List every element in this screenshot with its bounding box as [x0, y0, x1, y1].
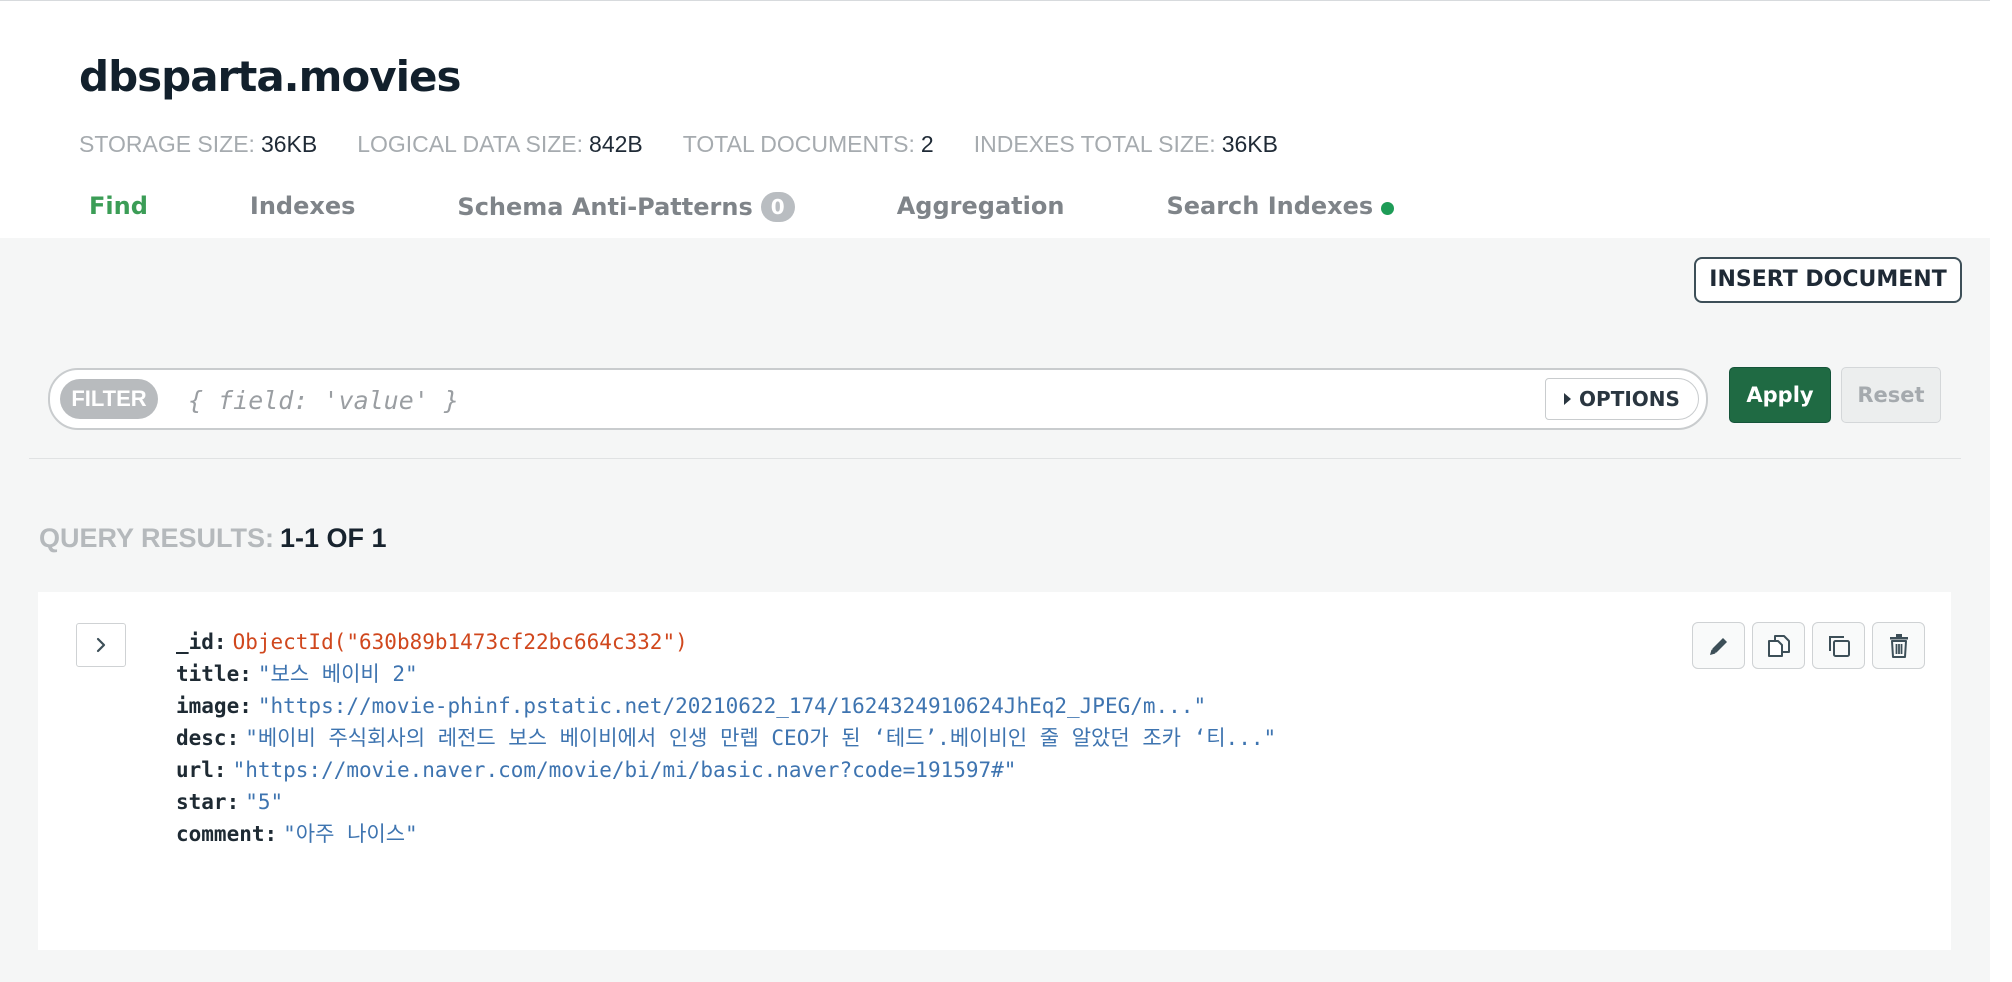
stat-value: 36KB [1221, 131, 1278, 157]
caret-right-icon [1564, 393, 1572, 405]
options-button[interactable]: OPTIONS [1545, 378, 1699, 420]
stat-indexes-total-size: INDEXES TOTAL SIZE: 36KB [974, 131, 1278, 158]
filter-label: FILTER [60, 379, 158, 419]
field-comment: comment: "아주 나이스" [176, 818, 1276, 850]
field-key: image: [176, 694, 252, 718]
collection-tabs: Find Indexes Schema Anti-Patterns 0 Aggr… [89, 192, 1496, 238]
copy-document-button[interactable] [1752, 622, 1805, 669]
reset-button[interactable]: Reset [1841, 367, 1941, 423]
field-value: "보스 베이비 2" [257, 662, 418, 686]
clone-document-button[interactable] [1812, 622, 1865, 669]
options-label: OPTIONS [1579, 387, 1680, 411]
field-key: _id: [176, 630, 227, 654]
tab-search-indexes[interactable]: Search Indexes [1166, 192, 1395, 220]
tab-indexes[interactable]: Indexes [250, 192, 356, 220]
document-fields: _id: ObjectId("630b89b1473cf22bc664c332")… [176, 626, 1276, 850]
field-key: title: [176, 662, 252, 686]
stat-label: LOGICAL DATA SIZE: [357, 131, 584, 157]
top-divider [0, 0, 1990, 1]
stat-logical-data-size: LOGICAL DATA SIZE: 842B [357, 131, 643, 158]
results-range: 1-1 OF 1 [280, 523, 387, 553]
page-title: dbsparta.movies [79, 52, 461, 101]
tab-find[interactable]: Find [89, 192, 148, 220]
tab-schema-anti-patterns[interactable]: Schema Anti-Patterns 0 [457, 192, 795, 222]
stat-label: INDEXES TOTAL SIZE: [973, 131, 1216, 157]
field-value: "5" [245, 790, 284, 814]
count-badge: 0 [760, 192, 795, 222]
apply-button[interactable]: Apply [1729, 367, 1831, 423]
field-value: ObjectId("630b89b1473cf22bc664c332") [232, 630, 688, 654]
field-key: comment: [176, 822, 278, 846]
field-desc: desc: "베이비 주식회사의 레전드 보스 베이비에서 인생 만렙 CEO가 … [176, 722, 1276, 754]
chevron-right-icon [96, 637, 106, 653]
divider [29, 458, 1961, 459]
tab-label: Aggregation [896, 192, 1065, 220]
status-dot-icon [1381, 201, 1395, 215]
filter-bar: FILTER OPTIONS [48, 368, 1708, 430]
stat-label: STORAGE SIZE: [79, 131, 255, 157]
field-url: url: "https://movie.naver.com/movie/bi/mi… [176, 754, 1276, 786]
collection-stats: STORAGE SIZE: 36KB LOGICAL DATA SIZE: 842B… [79, 131, 1278, 158]
field-image: image: "https://movie-phinf.pstatic.net/2… [176, 690, 1276, 722]
stat-value: 2 [920, 131, 934, 157]
stat-label: TOTAL DOCUMENTS: [682, 131, 915, 157]
copy-icon [1767, 634, 1790, 657]
delete-document-button[interactable] [1872, 622, 1925, 669]
stat-storage-size: STORAGE SIZE: 36KB [79, 131, 317, 158]
field-value: "아주 나이스" [283, 822, 418, 846]
document-actions [1692, 622, 1925, 669]
tab-label: Find [89, 192, 148, 220]
field-key: desc: [176, 726, 240, 750]
trash-icon [1889, 633, 1908, 658]
stat-total-documents: TOTAL DOCUMENTS: 2 [683, 131, 934, 158]
query-results-summary: QUERY RESULTS: 1-1 OF 1 [39, 523, 387, 554]
document-card: _id: ObjectId("630b89b1473cf22bc664c332")… [38, 592, 1951, 950]
field-id: _id: ObjectId("630b89b1473cf22bc664c332") [176, 626, 1276, 658]
field-value: "베이비 주식회사의 레전드 보스 베이비에서 인생 만렙 CEO가 된 ‘테드… [245, 726, 1277, 750]
field-star: star: "5" [176, 786, 1276, 818]
field-key: star: [176, 790, 240, 814]
field-title: title: "보스 베이비 2" [176, 658, 1276, 690]
expand-document-button[interactable] [76, 623, 126, 667]
edit-document-button[interactable] [1692, 622, 1745, 669]
results-label: QUERY RESULTS: [39, 523, 275, 553]
field-key: url: [176, 758, 227, 782]
edit-icon [1709, 637, 1727, 655]
tab-label: Search Indexes [1166, 192, 1374, 220]
filter-input[interactable] [186, 380, 1390, 420]
tab-aggregation[interactable]: Aggregation [897, 192, 1065, 220]
insert-document-button[interactable]: INSERT DOCUMENT [1694, 257, 1962, 303]
find-panel: INSERT DOCUMENT FILTER OPTIONS Apply Res… [0, 238, 1990, 982]
stat-value: 842B [589, 131, 643, 157]
tab-label: Schema Anti-Patterns [457, 193, 753, 221]
stat-value: 36KB [260, 131, 318, 157]
field-value: "https://movie-phinf.pstatic.net/2021062… [257, 694, 1207, 718]
tab-label: Indexes [249, 192, 356, 220]
field-value: "https://movie.naver.com/movie/bi/mi/bas… [232, 758, 1017, 782]
clone-icon [1828, 635, 1850, 657]
